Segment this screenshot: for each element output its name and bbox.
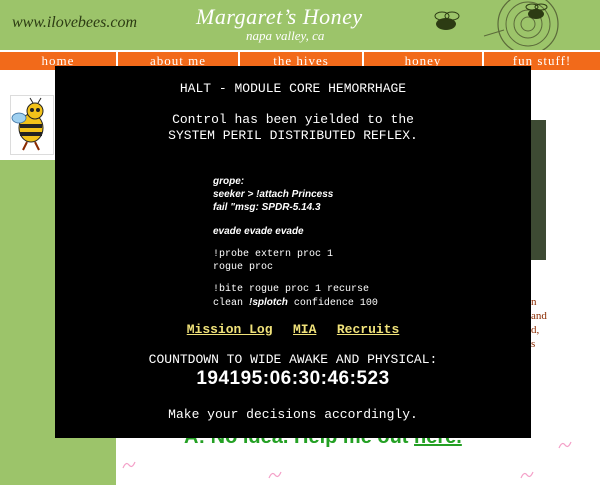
squiggle-icon [520,471,534,479]
log-rogue: rogue proc [213,262,274,273]
halt-heading: HALT - MODULE CORE HEMORRHAGE [179,81,407,96]
log-seeker: seeker > !attach Princess [213,189,334,200]
site-url[interactable]: www.ilovebees.com [12,14,137,32]
overlay-links: Mission Log MIA Recruits [55,320,531,338]
right-text-line: d, [531,324,540,336]
countdown-label: COUNTDOWN TO WIDE AWAKE AND PHYSICAL: [148,352,438,367]
squiggle-icon [122,461,136,469]
mission-log-link[interactable]: Mission Log [187,322,273,337]
system-peril-overlay: HALT - MODULE CORE HEMORRHAGE Control ha… [55,66,531,438]
site-subtitle: napa valley, ca [246,28,325,43]
right-photo [530,120,546,260]
log-splotch: !splotch [249,297,288,308]
log-probe: !probe extern proc 1 [213,249,334,260]
decisions-message: Make your decisions accordingly. [168,407,418,422]
recruits-link[interactable]: Recruits [337,322,399,337]
right-text-line: n [531,296,537,308]
log-bite: !bite rogue proc 1 recurse [213,284,370,295]
log-grope: grope: [213,176,245,187]
log-clean: clean !splotch confidence 100 [213,297,378,309]
squiggle-icon [268,471,282,479]
squiggle-icon [558,441,572,449]
control-yield-message: Control has been yielded to the SYSTEM P… [55,112,531,144]
mia-link[interactable]: MIA [293,322,316,337]
log-clean-prefix: clean [213,298,250,309]
site-title: Margaret’s Honey [196,4,363,29]
right-text-line: and [531,310,547,322]
log-evade: evade evade evade [213,226,304,237]
right-text-line: s [531,338,536,350]
yield-line-1: Control has been yielded to the [172,112,414,127]
bee-mascot-image [10,95,54,155]
countdown-timer: 194195:06:30:46:523 [196,368,390,389]
site-header: www.ilovebees.com Margaret’s Honey napa … [0,0,600,50]
yield-line-2: SYSTEM PERIL DISTRIBUTED REFLEX. [168,128,418,143]
bee-illustration-icon [434,0,559,50]
log-clean-suffix: confidence 100 [287,298,378,309]
log-fail: fail "msg: SPDR-5.14.3 [213,202,321,213]
bee-mascot-icon [11,97,44,151]
